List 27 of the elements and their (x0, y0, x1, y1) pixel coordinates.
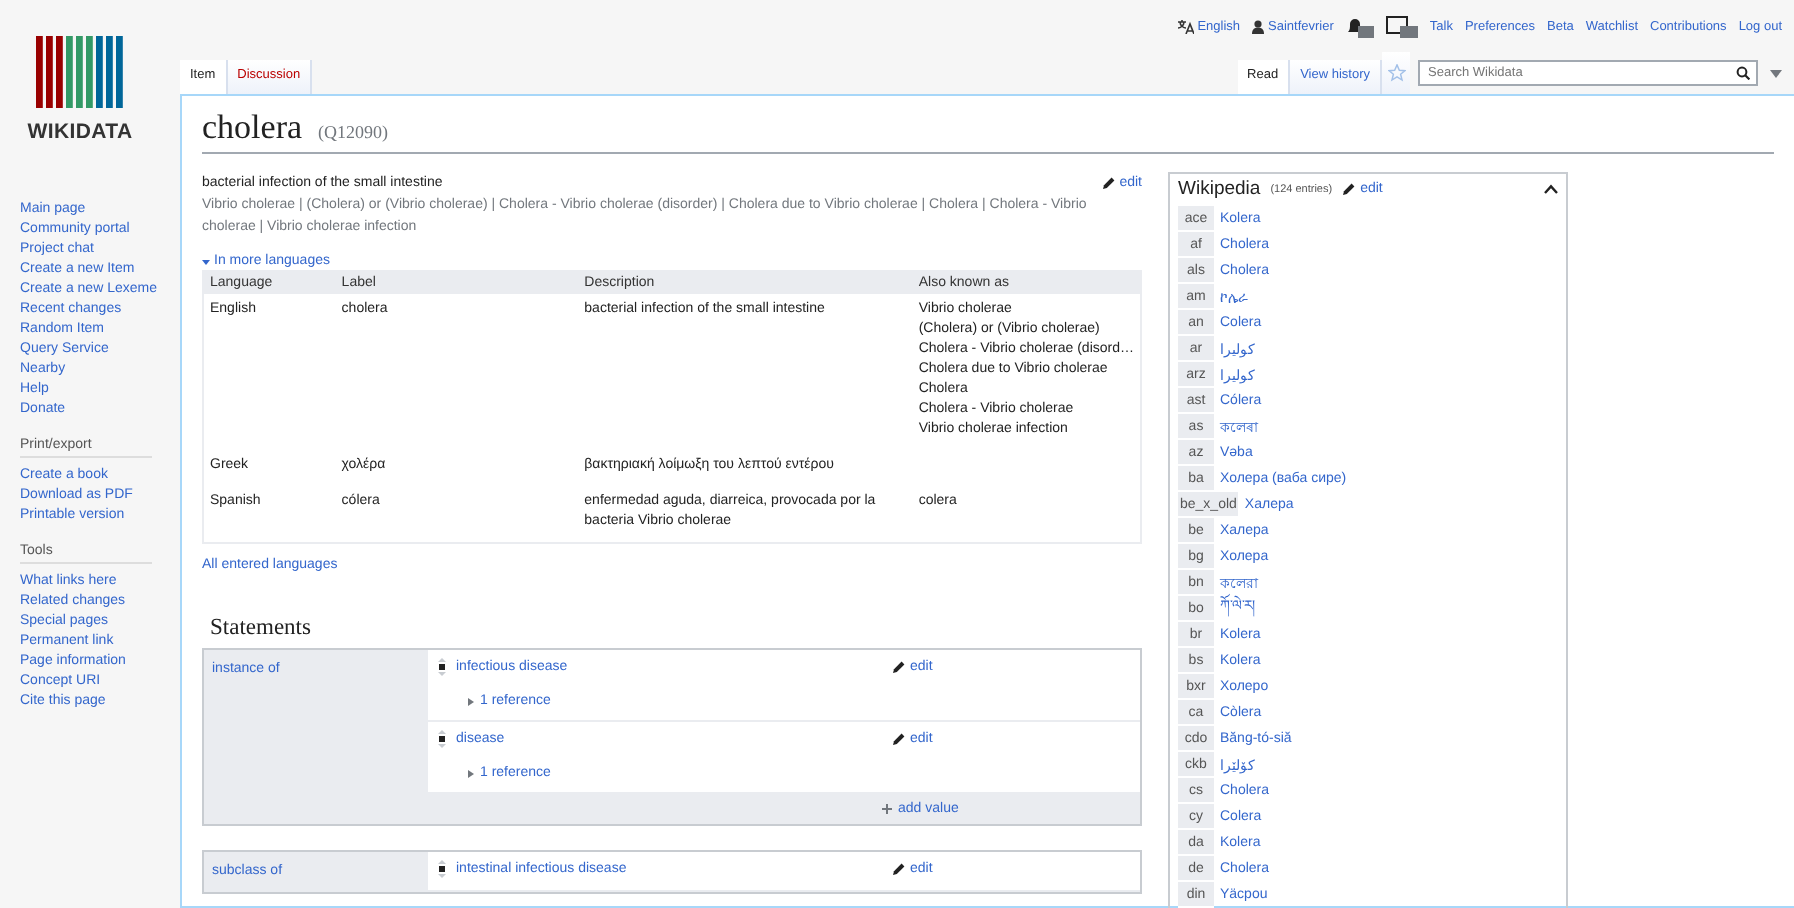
star-icon[interactable] (1387, 64, 1405, 82)
logo-wordmark[interactable]: WIKIDATA (27, 120, 133, 144)
panel-title: Wikipedia (1178, 178, 1261, 200)
plus-icon (882, 804, 892, 814)
translate-icon (1177, 19, 1194, 33)
tray-icon (1385, 15, 1418, 37)
pencil-icon (892, 732, 906, 746)
search-icon (1736, 66, 1750, 80)
section-heading: Statements (210, 616, 313, 640)
item-title: cholera (202, 108, 303, 148)
caret-icon (202, 257, 210, 265)
pencil-icon (1101, 176, 1116, 190)
pencil-icon (1342, 182, 1357, 196)
pencil-icon (892, 862, 906, 876)
bell-icon (1345, 15, 1374, 37)
user-icon (1252, 19, 1265, 33)
watch-star-button[interactable] (1382, 52, 1410, 94)
rank-icon (438, 730, 446, 748)
dropdown-caret-icon (1770, 70, 1782, 78)
caret-icon (468, 697, 474, 705)
barcode-logo-icon (36, 36, 124, 108)
collapse-chevron-icon[interactable] (1544, 184, 1558, 194)
pencil-icon (892, 660, 906, 674)
rank-icon (438, 860, 446, 878)
caret-icon (468, 769, 474, 777)
rank-icon (438, 658, 446, 676)
item-id: (Q12090) (318, 122, 389, 142)
